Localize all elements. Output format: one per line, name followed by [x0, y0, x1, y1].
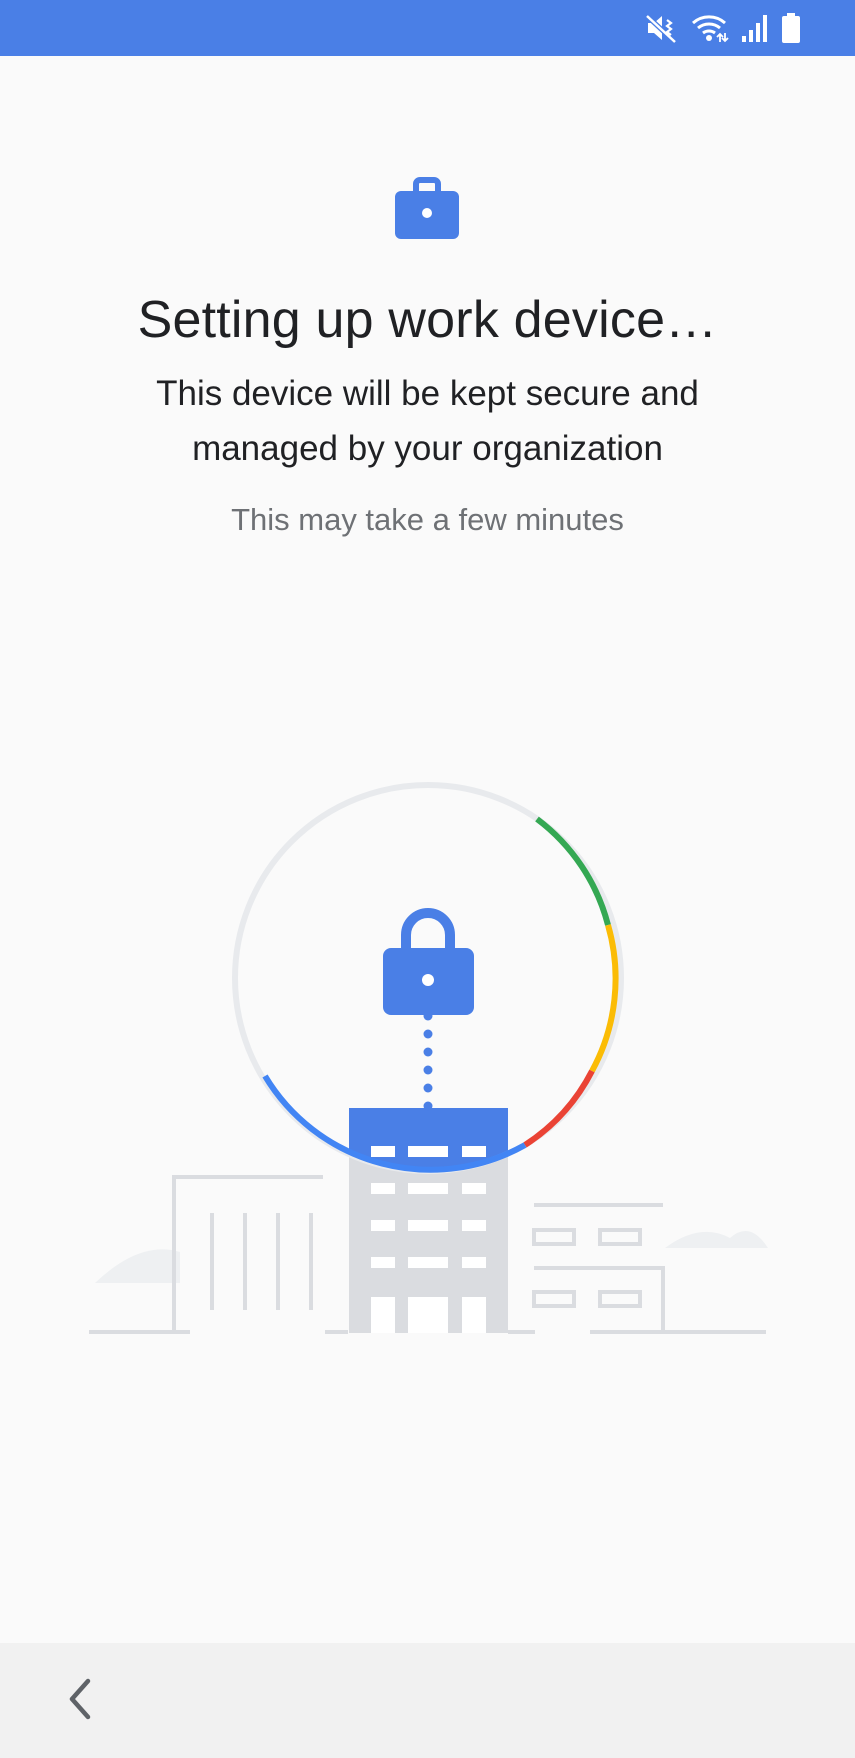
- right-building: [532, 1203, 665, 1332]
- battery-icon: [782, 13, 800, 43]
- work-briefcase-icon: [395, 177, 459, 239]
- page-title: Setting up work device…: [137, 291, 718, 349]
- status-bar: [0, 0, 855, 56]
- setup-screen: Setting up work device… This device will…: [0, 0, 855, 1758]
- navigation-bar: [0, 1643, 855, 1758]
- duration-note: This may take a few minutes: [231, 502, 624, 537]
- wifi-icon: [692, 15, 729, 43]
- back-chevron-icon: [69, 1678, 91, 1720]
- signal-icon: [742, 15, 767, 42]
- back-button[interactable]: [52, 1671, 108, 1727]
- dotted-connector: [423, 1011, 433, 1111]
- lock-icon: [383, 908, 474, 1015]
- status-icons: [645, 10, 801, 46]
- cloud-left: [95, 1249, 180, 1283]
- cloud-right: [665, 1230, 768, 1248]
- work-setup-illustration: [89, 782, 768, 1334]
- mute-vibrate-icon: [645, 14, 677, 44]
- left-building: [172, 1175, 323, 1332]
- page-subtitle: This device will be kept secure and mana…: [156, 374, 699, 468]
